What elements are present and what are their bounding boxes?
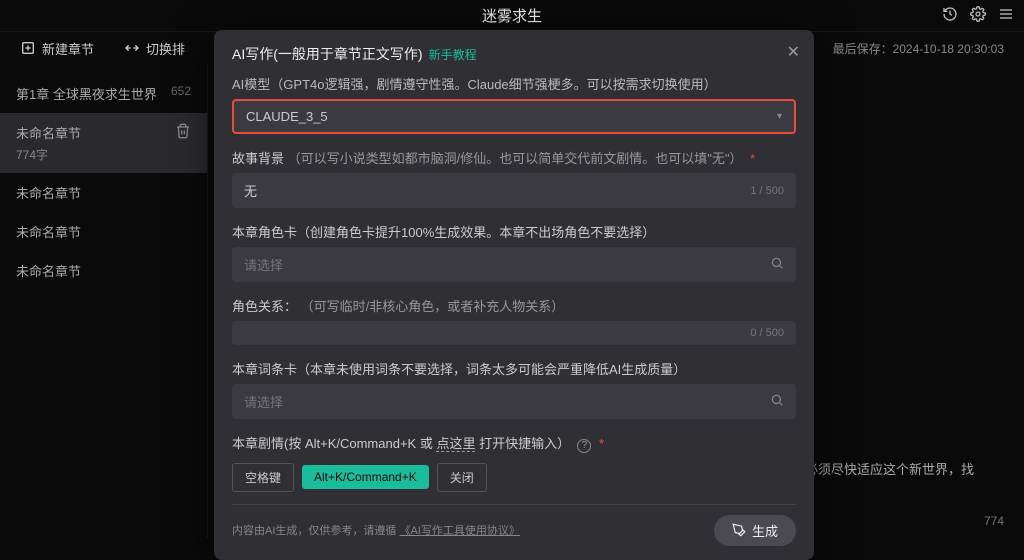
close-button[interactable]: 关闭 xyxy=(437,463,487,492)
bg-value: 无 xyxy=(244,181,257,200)
bg-hint: （可以写小说类型如都市脑洞/修仙。也可以简单交代前文剧情。也可以填"无"） xyxy=(288,151,743,166)
footer-note: 内容由AI生成，仅供参考，请遵循 《AI写作工具使用协议》 xyxy=(232,522,520,538)
chapter-title: 第1章 全球黑夜求生世界 xyxy=(16,84,157,103)
chapter-sidebar: 第1章 全球黑夜求生世界 652 未命名章节 774字 未命名章节 未命名章节 … xyxy=(0,64,208,538)
term-label: 本章词条卡（本章未使用词条不要选择，词条太多可能会严重降低AI生成质量） xyxy=(232,359,796,378)
required-mark: * xyxy=(750,151,755,166)
rel-hint: （可写临时/非核心角色，或者补充人物关系） xyxy=(301,299,565,314)
term-placeholder: 请选择 xyxy=(244,392,283,411)
new-chapter-button[interactable]: 新建章节 xyxy=(20,39,94,58)
bg-label: 故事背景 xyxy=(232,151,284,166)
chapter-title: 未命名章节 xyxy=(16,123,81,142)
new-chapter-label: 新建章节 xyxy=(42,39,94,58)
gear-icon[interactable] xyxy=(970,6,986,25)
role-placeholder: 请选择 xyxy=(244,255,283,274)
role-label: 本章角色卡（创建角色卡提升100%生成效果。本章不出场角色不要选择） xyxy=(232,222,796,241)
last-save-time: 最后保存：2024-10-18 20:30:03 xyxy=(833,40,1004,57)
help-icon[interactable]: ? xyxy=(577,439,591,453)
plot-label: 本章剧情(按 Alt+K/Command+K 或 xyxy=(232,436,433,451)
rel-counter: 0 / 500 xyxy=(750,327,784,339)
close-icon[interactable]: ✕ xyxy=(787,42,800,62)
role-select[interactable]: 请选择 xyxy=(232,247,796,282)
bg-counter: 1 / 500 xyxy=(750,185,784,197)
ai-write-modal: AI写作(一般用于章节正文写作) 新手教程 ✕ AI模型（GPT4o逻辑强，剧情… xyxy=(214,30,814,560)
space-key-button[interactable]: 空格键 xyxy=(232,463,294,492)
tutorial-link[interactable]: 新手教程 xyxy=(429,46,477,63)
chapter-count: 652 xyxy=(171,84,191,98)
policy-link[interactable]: 《AI写作工具使用协议》 xyxy=(399,525,519,537)
chapter-item[interactable]: 未命名章节 xyxy=(0,173,207,212)
shortcut-button[interactable]: Alt+K/Command+K xyxy=(302,465,429,489)
chapter-item[interactable]: 第1章 全球黑夜求生世界 652 xyxy=(0,74,207,113)
model-label: AI模型（GPT4o逻辑强，剧情遵守性强。Claude细节强梗多。可以按需求切换… xyxy=(232,74,796,93)
chapter-wordcount: 774字 xyxy=(16,146,81,163)
plot-tail: 打开快捷输入） xyxy=(479,436,570,451)
generate-label: 生成 xyxy=(752,521,778,540)
search-icon xyxy=(770,256,784,273)
rel-input[interactable]: 0 / 500 xyxy=(232,321,796,345)
chevron-down-icon: ▾ xyxy=(777,111,782,122)
switch-order-label: 切换排 xyxy=(146,39,185,58)
model-select[interactable]: CLAUDE_3_5 ▾ xyxy=(232,99,796,134)
chapter-title: 未命名章节 xyxy=(16,261,81,280)
chapter-title: 未命名章节 xyxy=(16,183,81,202)
model-value: CLAUDE_3_5 xyxy=(246,109,328,124)
history-icon[interactable] xyxy=(942,6,958,25)
modal-title: AI写作(一般用于章节正文写作) xyxy=(232,44,423,64)
required-mark: * xyxy=(599,436,604,451)
content-hint-tail: 也必须尽快适应这个新世界，找 xyxy=(792,459,974,478)
search-icon xyxy=(770,393,784,410)
term-select[interactable]: 请选择 xyxy=(232,384,796,419)
trash-icon[interactable] xyxy=(175,123,191,142)
chapter-title: 未命名章节 xyxy=(16,222,81,241)
chapter-item[interactable]: 未命名章节 xyxy=(0,212,207,251)
menu-icon[interactable] xyxy=(998,6,1014,25)
content-wordcount: 774 xyxy=(984,514,1004,528)
switch-order-button[interactable]: 切换排 xyxy=(124,39,185,58)
generate-button[interactable]: 生成 xyxy=(714,515,796,546)
bg-input[interactable]: 无 1 / 500 xyxy=(232,173,796,208)
rel-label: 角色关系： xyxy=(232,299,297,314)
plot-link[interactable]: 点这里 xyxy=(436,436,475,452)
chapter-item[interactable]: 未命名章节 774字 xyxy=(0,113,207,173)
page-title: 迷雾求生 xyxy=(482,5,542,26)
chapter-item[interactable]: 未命名章节 xyxy=(0,251,207,290)
